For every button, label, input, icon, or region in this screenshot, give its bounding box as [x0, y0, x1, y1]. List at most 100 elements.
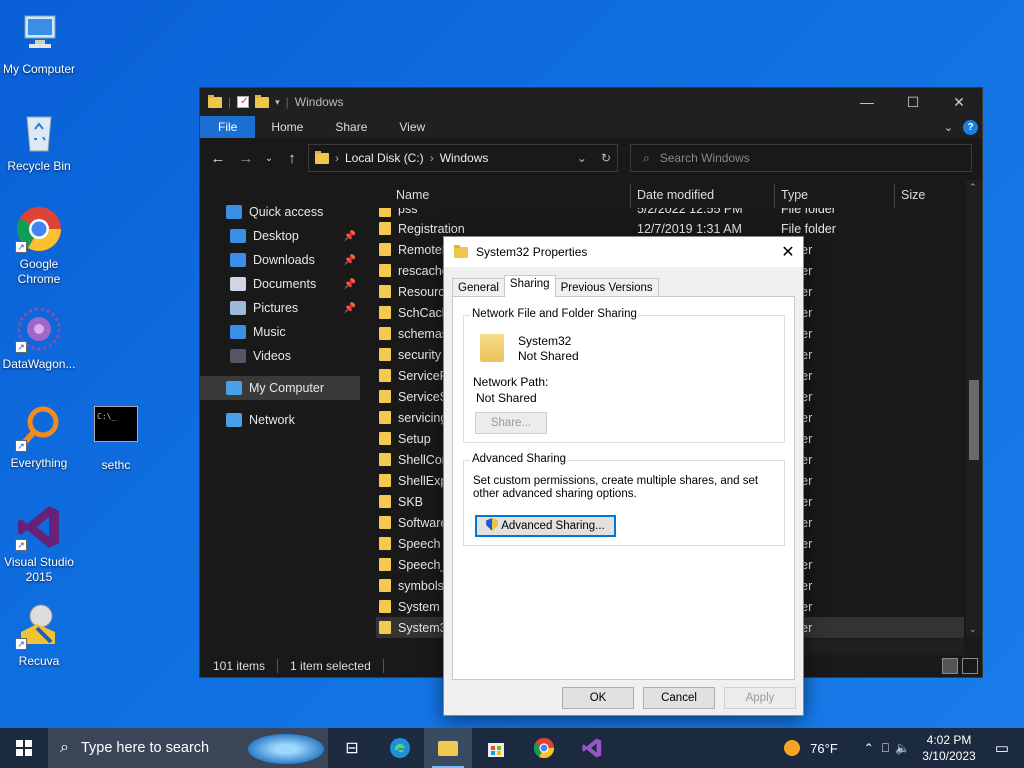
- folder-icon: [379, 474, 391, 487]
- column-header-size[interactable]: Size: [901, 188, 925, 202]
- large-icons-view-icon[interactable]: [962, 658, 978, 674]
- advanced-sharing-button[interactable]: Advanced Sharing...: [475, 515, 616, 537]
- scroll-down-icon[interactable]: ⌄: [969, 624, 977, 635]
- folder-name: System32: [518, 334, 572, 348]
- column-divider[interactable]: [630, 184, 631, 208]
- column-header-name[interactable]: Name: [396, 188, 429, 202]
- desktop-icon-recuva[interactable]: ↗ Recuva: [0, 602, 78, 669]
- tab-general[interactable]: General: [452, 278, 505, 297]
- nav-item-downloads[interactable]: Downloads 📌: [200, 248, 360, 272]
- column-divider[interactable]: [774, 184, 775, 208]
- ribbon-tab-home[interactable]: Home: [255, 116, 319, 138]
- desktop-icon-visual-studio[interactable]: ↗ Visual Studio 2015: [0, 503, 78, 585]
- ribbon-tab-share[interactable]: Share: [319, 116, 383, 138]
- nav-item-videos[interactable]: Videos: [200, 344, 360, 368]
- nav-item-network[interactable]: Network: [200, 408, 360, 432]
- network-icon[interactable]: ⎕: [882, 741, 889, 756]
- desktop-icon-chrome[interactable]: ↗ Google Chrome: [0, 205, 78, 287]
- music-icon: [230, 325, 246, 339]
- details-view-icon[interactable]: [942, 658, 958, 674]
- column-header-type[interactable]: Type: [781, 188, 808, 202]
- desktop-icon-recycle-bin[interactable]: Recycle Bin: [0, 107, 78, 174]
- up-icon[interactable]: ↑: [280, 146, 304, 170]
- datawagon-icon: ↗: [15, 305, 63, 353]
- nav-item-quick-access[interactable]: Quick access: [200, 200, 360, 224]
- expand-ribbon-icon[interactable]: ⌄: [944, 121, 953, 134]
- new-folder-icon[interactable]: [255, 94, 270, 108]
- weather-sun-icon[interactable]: [784, 740, 801, 756]
- file-type: File folder: [781, 221, 836, 236]
- desktop-icon-my-computer[interactable]: My Computer: [0, 10, 78, 77]
- start-button[interactable]: [0, 728, 48, 768]
- search-box[interactable]: ⌕ Search Windows: [630, 144, 972, 172]
- address-dropdown-icon[interactable]: ⌄: [577, 151, 587, 165]
- forward-icon[interactable]: →: [234, 146, 258, 170]
- taskbar-search[interactable]: ⌕ Type here to search: [48, 728, 328, 768]
- shortcut-arrow-icon: ↗: [15, 241, 27, 253]
- apply-button[interactable]: Apply: [724, 687, 796, 709]
- properties-dialog: System32 Properties ✕ General Sharing Pr…: [443, 236, 804, 716]
- desktop-icon-datawagon[interactable]: ↗ DataWagon...: [0, 305, 78, 372]
- desktop-icon-sethc[interactable]: C:\_ sethc: [77, 404, 155, 473]
- star-icon: [226, 205, 242, 219]
- desktop-icon-label: Visual Studio 2015: [4, 555, 74, 584]
- share-button[interactable]: Share...: [475, 412, 547, 434]
- recent-locations-icon[interactable]: ⌄: [262, 146, 276, 170]
- clock[interactable]: 4:02 PM 3/10/2023: [918, 732, 980, 764]
- window-title: Windows: [294, 95, 344, 109]
- tab-previous-versions[interactable]: Previous Versions: [554, 278, 659, 297]
- folder-icon: [379, 390, 391, 403]
- chevron-up-icon[interactable]: ⌃: [864, 741, 874, 755]
- nav-item-music[interactable]: Music: [200, 320, 360, 344]
- back-icon[interactable]: ←: [206, 146, 230, 170]
- vertical-scrollbar[interactable]: ⌃ ⌄: [966, 180, 982, 637]
- volume-icon[interactable]: 🔈: [895, 741, 910, 755]
- file-name: servicing: [398, 410, 448, 425]
- ribbon-tab-view[interactable]: View: [383, 116, 441, 138]
- nav-item-my-computer[interactable]: My Computer: [200, 376, 360, 400]
- explorer-titlebar[interactable]: | ✓ ▾ | Windows — ☐ ✕: [200, 88, 982, 116]
- help-icon[interactable]: ?: [963, 119, 978, 135]
- minimize-icon[interactable]: —: [844, 88, 890, 116]
- nav-item-pictures[interactable]: Pictures 📌: [200, 296, 360, 320]
- cancel-button[interactable]: Cancel: [643, 687, 715, 709]
- dialog-title: System32 Properties: [476, 245, 588, 259]
- column-divider[interactable]: [894, 184, 895, 208]
- address-bar[interactable]: › Local Disk (C:) › Windows ⌄ ↻: [308, 144, 618, 172]
- breadcrumb-current[interactable]: Windows: [440, 151, 489, 165]
- desktop-icon-label: Everything: [10, 456, 68, 470]
- folder-icon: [454, 244, 468, 258]
- desktop-icon-label: Google Chrome: [17, 257, 61, 286]
- scrollbar-thumb[interactable]: [969, 380, 979, 460]
- customize-toolbar-icon[interactable]: ▾: [275, 97, 280, 108]
- close-icon[interactable]: ✕: [773, 242, 803, 262]
- file-row[interactable]: pss 5/2/2022 12:55 PM File folder: [376, 208, 964, 218]
- tab-sharing[interactable]: Sharing: [503, 275, 556, 297]
- taskbar-chrome[interactable]: [520, 728, 568, 768]
- properties-icon[interactable]: ✓: [237, 96, 250, 108]
- search-placeholder: Search Windows: [659, 151, 750, 165]
- pin-icon: 📌: [343, 254, 356, 266]
- taskbar-visual-studio[interactable]: [568, 728, 616, 768]
- desktop-icon-everything[interactable]: ↗ Everything: [0, 404, 78, 471]
- nav-item-desktop[interactable]: Desktop 📌: [200, 224, 360, 248]
- close-icon[interactable]: ✕: [936, 88, 982, 116]
- dialog-titlebar[interactable]: System32 Properties ✕: [444, 237, 803, 267]
- file-name: Speech_: [398, 557, 448, 572]
- file-name: ServiceP: [398, 368, 449, 383]
- weather-temperature[interactable]: 76°F: [810, 741, 838, 756]
- task-view-button[interactable]: ⊟: [328, 728, 376, 768]
- refresh-icon[interactable]: ↻: [601, 151, 611, 165]
- nav-item-documents[interactable]: Documents 📌: [200, 272, 360, 296]
- ok-button[interactable]: OK: [562, 687, 634, 709]
- column-header-date-modified[interactable]: Date modified: [637, 188, 714, 202]
- taskbar-edge[interactable]: [376, 728, 424, 768]
- ribbon-tab-file[interactable]: File: [200, 116, 256, 138]
- breadcrumb-root[interactable]: Local Disk (C:): [345, 151, 424, 165]
- shortcut-arrow-icon: ↗: [15, 341, 27, 353]
- scroll-up-icon[interactable]: ⌃: [969, 182, 977, 193]
- maximize-icon[interactable]: ☐: [890, 88, 936, 116]
- taskbar-file-explorer[interactable]: [424, 728, 472, 768]
- notifications-icon[interactable]: ▭: [980, 739, 1024, 757]
- taskbar-store[interactable]: [472, 728, 520, 768]
